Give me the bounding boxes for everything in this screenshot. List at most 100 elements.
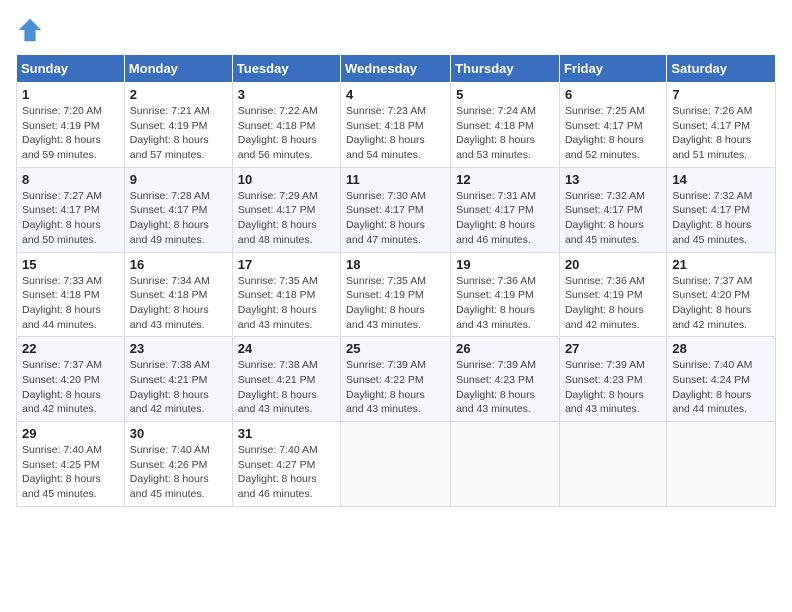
day-number: 19 [456, 257, 554, 272]
day-info: Sunrise: 7:23 AM Sunset: 4:18 PM Dayligh… [346, 104, 445, 163]
day-number: 30 [130, 426, 227, 441]
calendar-cell: 15 Sunrise: 7:33 AM Sunset: 4:18 PM Dayl… [17, 252, 125, 337]
calendar-cell: 13 Sunrise: 7:32 AM Sunset: 4:17 PM Dayl… [559, 167, 666, 252]
calendar-cell: 20 Sunrise: 7:36 AM Sunset: 4:19 PM Dayl… [559, 252, 666, 337]
day-info: Sunrise: 7:37 AM Sunset: 4:20 PM Dayligh… [672, 274, 770, 333]
day-info: Sunrise: 7:21 AM Sunset: 4:19 PM Dayligh… [130, 104, 227, 163]
day-info: Sunrise: 7:39 AM Sunset: 4:22 PM Dayligh… [346, 358, 445, 417]
day-number: 9 [130, 172, 227, 187]
logo-icon [16, 16, 44, 44]
day-number: 24 [238, 341, 335, 356]
calendar-cell: 22 Sunrise: 7:37 AM Sunset: 4:20 PM Dayl… [17, 337, 125, 422]
day-info: Sunrise: 7:35 AM Sunset: 4:19 PM Dayligh… [346, 274, 445, 333]
day-number: 7 [672, 87, 770, 102]
day-number: 17 [238, 257, 335, 272]
day-number: 14 [672, 172, 770, 187]
day-info: Sunrise: 7:25 AM Sunset: 4:17 PM Dayligh… [565, 104, 661, 163]
calendar-cell: 19 Sunrise: 7:36 AM Sunset: 4:19 PM Dayl… [451, 252, 560, 337]
weekday-header: Friday [559, 55, 666, 83]
calendar-cell: 14 Sunrise: 7:32 AM Sunset: 4:17 PM Dayl… [667, 167, 776, 252]
calendar-cell: 10 Sunrise: 7:29 AM Sunset: 4:17 PM Dayl… [232, 167, 340, 252]
day-number: 13 [565, 172, 661, 187]
day-number: 11 [346, 172, 445, 187]
day-info: Sunrise: 7:40 AM Sunset: 4:27 PM Dayligh… [238, 443, 335, 502]
calendar-cell: 8 Sunrise: 7:27 AM Sunset: 4:17 PM Dayli… [17, 167, 125, 252]
day-number: 3 [238, 87, 335, 102]
calendar-cell: 23 Sunrise: 7:38 AM Sunset: 4:21 PM Dayl… [124, 337, 232, 422]
calendar-table: SundayMondayTuesdayWednesdayThursdayFrid… [16, 54, 776, 507]
calendar-cell: 30 Sunrise: 7:40 AM Sunset: 4:26 PM Dayl… [124, 422, 232, 507]
calendar-cell: 21 Sunrise: 7:37 AM Sunset: 4:20 PM Dayl… [667, 252, 776, 337]
day-info: Sunrise: 7:38 AM Sunset: 4:21 PM Dayligh… [238, 358, 335, 417]
calendar-cell: 3 Sunrise: 7:22 AM Sunset: 4:18 PM Dayli… [232, 83, 340, 168]
day-number: 26 [456, 341, 554, 356]
day-info: Sunrise: 7:39 AM Sunset: 4:23 PM Dayligh… [456, 358, 554, 417]
day-number: 10 [238, 172, 335, 187]
day-info: Sunrise: 7:20 AM Sunset: 4:19 PM Dayligh… [22, 104, 119, 163]
calendar-cell: 5 Sunrise: 7:24 AM Sunset: 4:18 PM Dayli… [451, 83, 560, 168]
day-info: Sunrise: 7:40 AM Sunset: 4:24 PM Dayligh… [672, 358, 770, 417]
day-info: Sunrise: 7:35 AM Sunset: 4:18 PM Dayligh… [238, 274, 335, 333]
calendar-cell: 1 Sunrise: 7:20 AM Sunset: 4:19 PM Dayli… [17, 83, 125, 168]
day-info: Sunrise: 7:22 AM Sunset: 4:18 PM Dayligh… [238, 104, 335, 163]
calendar-week-row: 29 Sunrise: 7:40 AM Sunset: 4:25 PM Dayl… [17, 422, 776, 507]
day-number: 15 [22, 257, 119, 272]
day-number: 27 [565, 341, 661, 356]
day-info: Sunrise: 7:34 AM Sunset: 4:18 PM Dayligh… [130, 274, 227, 333]
calendar-cell: 29 Sunrise: 7:40 AM Sunset: 4:25 PM Dayl… [17, 422, 125, 507]
calendar-week-row: 22 Sunrise: 7:37 AM Sunset: 4:20 PM Dayl… [17, 337, 776, 422]
day-number: 31 [238, 426, 335, 441]
logo [16, 16, 48, 44]
weekday-header: Tuesday [232, 55, 340, 83]
day-number: 21 [672, 257, 770, 272]
calendar-cell [667, 422, 776, 507]
page-header [16, 16, 776, 44]
day-info: Sunrise: 7:40 AM Sunset: 4:26 PM Dayligh… [130, 443, 227, 502]
calendar-cell: 11 Sunrise: 7:30 AM Sunset: 4:17 PM Dayl… [341, 167, 451, 252]
day-info: Sunrise: 7:24 AM Sunset: 4:18 PM Dayligh… [456, 104, 554, 163]
day-info: Sunrise: 7:40 AM Sunset: 4:25 PM Dayligh… [22, 443, 119, 502]
calendar-cell: 28 Sunrise: 7:40 AM Sunset: 4:24 PM Dayl… [667, 337, 776, 422]
day-number: 4 [346, 87, 445, 102]
calendar-cell [559, 422, 666, 507]
weekday-header: Sunday [17, 55, 125, 83]
day-info: Sunrise: 7:28 AM Sunset: 4:17 PM Dayligh… [130, 189, 227, 248]
calendar-cell: 25 Sunrise: 7:39 AM Sunset: 4:22 PM Dayl… [341, 337, 451, 422]
calendar-cell: 26 Sunrise: 7:39 AM Sunset: 4:23 PM Dayl… [451, 337, 560, 422]
day-info: Sunrise: 7:32 AM Sunset: 4:17 PM Dayligh… [672, 189, 770, 248]
calendar-cell: 31 Sunrise: 7:40 AM Sunset: 4:27 PM Dayl… [232, 422, 340, 507]
day-number: 22 [22, 341, 119, 356]
day-number: 2 [130, 87, 227, 102]
calendar-cell: 2 Sunrise: 7:21 AM Sunset: 4:19 PM Dayli… [124, 83, 232, 168]
day-number: 8 [22, 172, 119, 187]
day-info: Sunrise: 7:30 AM Sunset: 4:17 PM Dayligh… [346, 189, 445, 248]
calendar-header-row: SundayMondayTuesdayWednesdayThursdayFrid… [17, 55, 776, 83]
weekday-header: Thursday [451, 55, 560, 83]
day-info: Sunrise: 7:26 AM Sunset: 4:17 PM Dayligh… [672, 104, 770, 163]
calendar-cell: 4 Sunrise: 7:23 AM Sunset: 4:18 PM Dayli… [341, 83, 451, 168]
day-info: Sunrise: 7:27 AM Sunset: 4:17 PM Dayligh… [22, 189, 119, 248]
calendar-cell: 16 Sunrise: 7:34 AM Sunset: 4:18 PM Dayl… [124, 252, 232, 337]
day-info: Sunrise: 7:31 AM Sunset: 4:17 PM Dayligh… [456, 189, 554, 248]
weekday-header: Wednesday [341, 55, 451, 83]
day-info: Sunrise: 7:36 AM Sunset: 4:19 PM Dayligh… [456, 274, 554, 333]
day-info: Sunrise: 7:38 AM Sunset: 4:21 PM Dayligh… [130, 358, 227, 417]
day-number: 28 [672, 341, 770, 356]
day-number: 1 [22, 87, 119, 102]
weekday-header: Saturday [667, 55, 776, 83]
day-info: Sunrise: 7:29 AM Sunset: 4:17 PM Dayligh… [238, 189, 335, 248]
calendar-cell: 24 Sunrise: 7:38 AM Sunset: 4:21 PM Dayl… [232, 337, 340, 422]
day-number: 23 [130, 341, 227, 356]
day-info: Sunrise: 7:39 AM Sunset: 4:23 PM Dayligh… [565, 358, 661, 417]
day-info: Sunrise: 7:33 AM Sunset: 4:18 PM Dayligh… [22, 274, 119, 333]
calendar-week-row: 1 Sunrise: 7:20 AM Sunset: 4:19 PM Dayli… [17, 83, 776, 168]
weekday-header: Monday [124, 55, 232, 83]
calendar-cell [341, 422, 451, 507]
day-number: 16 [130, 257, 227, 272]
calendar-cell [451, 422, 560, 507]
calendar-cell: 12 Sunrise: 7:31 AM Sunset: 4:17 PM Dayl… [451, 167, 560, 252]
calendar-cell: 18 Sunrise: 7:35 AM Sunset: 4:19 PM Dayl… [341, 252, 451, 337]
day-info: Sunrise: 7:32 AM Sunset: 4:17 PM Dayligh… [565, 189, 661, 248]
day-info: Sunrise: 7:37 AM Sunset: 4:20 PM Dayligh… [22, 358, 119, 417]
day-number: 6 [565, 87, 661, 102]
